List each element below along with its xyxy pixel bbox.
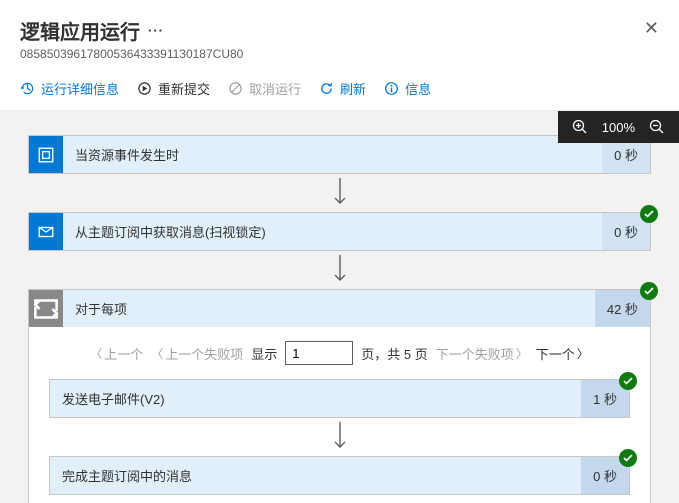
- zoom-in-icon[interactable]: [572, 119, 588, 135]
- foreach-label: 对于每项: [63, 290, 595, 327]
- chevron-right-icon: 〉: [516, 345, 528, 362]
- zoom-level: 100%: [602, 120, 635, 135]
- trigger-label: 当资源事件发生时: [63, 136, 602, 173]
- close-icon[interactable]: ✕: [644, 18, 659, 39]
- page-title: 逻辑应用运行: [20, 16, 140, 45]
- connector-arrow: [49, 418, 630, 456]
- toolbar: 运行详细信息 重新提交 取消运行 刷新 信息: [0, 69, 679, 111]
- foreach-header[interactable]: 对于每项 42 秒: [29, 290, 650, 327]
- get-message-node[interactable]: 从主题订阅中获取消息(扫视锁定) 0 秒: [28, 212, 651, 251]
- run-id: 08585039617800536433391130187CU80: [20, 47, 659, 61]
- next-fail-button: 下一个失败项〉: [436, 344, 528, 363]
- event-grid-icon: [29, 136, 63, 173]
- prev-button: 〈上一个: [90, 344, 143, 363]
- foreach-node[interactable]: 对于每项 42 秒 〈上一个 〈上一个失败项 显示 页，共 5 页 下一个失败项…: [28, 289, 651, 503]
- complete-message-node[interactable]: 完成主题订阅中的消息 0 秒: [49, 456, 630, 495]
- chevron-left-icon: 〈: [90, 345, 102, 362]
- chevron-left-icon: 〈: [151, 345, 163, 362]
- success-badge: [619, 372, 637, 390]
- service-bus-icon: [29, 213, 63, 250]
- complete-label: 完成主题订阅中的消息: [50, 457, 581, 494]
- more-button[interactable]: ···: [148, 23, 164, 38]
- cancel-icon: [228, 81, 243, 96]
- page-input[interactable]: [285, 341, 353, 365]
- loop-icon: [29, 290, 63, 327]
- next-button[interactable]: 下一个〉: [536, 344, 589, 363]
- designer-canvas[interactable]: 100% 当资源事件发生时 0 秒 从主题订阅中获取消息(扫视锁定) 0 秒: [0, 111, 679, 503]
- send-mail-label: 发送电子邮件(V2): [50, 380, 581, 417]
- refresh-icon: [319, 81, 334, 96]
- zoom-out-icon[interactable]: [649, 119, 665, 135]
- connector-arrow: [28, 174, 651, 212]
- replay-icon: [137, 81, 152, 96]
- success-badge: [619, 449, 637, 467]
- run-details-button[interactable]: 运行详细信息: [20, 79, 119, 98]
- prev-fail-button: 〈上一个失败项: [151, 344, 243, 363]
- cancel-run-button: 取消运行: [228, 79, 301, 98]
- get-message-label: 从主题订阅中获取消息(扫视锁定): [63, 213, 602, 250]
- send-mail-node[interactable]: O 发送电子邮件(V2) 1 秒: [49, 379, 630, 418]
- foreach-pager: 〈上一个 〈上一个失败项 显示 页，共 5 页 下一个失败项〉 下一个〉: [49, 341, 630, 365]
- connector-arrow: [28, 251, 651, 289]
- history-icon: [20, 81, 35, 96]
- total-pages-label: 页，共 5 页: [361, 344, 427, 363]
- info-button[interactable]: 信息: [384, 79, 431, 98]
- success-badge: [640, 282, 658, 300]
- refresh-button[interactable]: 刷新: [319, 79, 366, 98]
- info-icon: [384, 81, 399, 96]
- success-badge: [640, 205, 658, 223]
- zoom-controls: 100%: [558, 111, 679, 143]
- show-label: 显示: [251, 344, 277, 363]
- resubmit-button[interactable]: 重新提交: [137, 79, 210, 98]
- chevron-right-icon: 〉: [577, 345, 589, 362]
